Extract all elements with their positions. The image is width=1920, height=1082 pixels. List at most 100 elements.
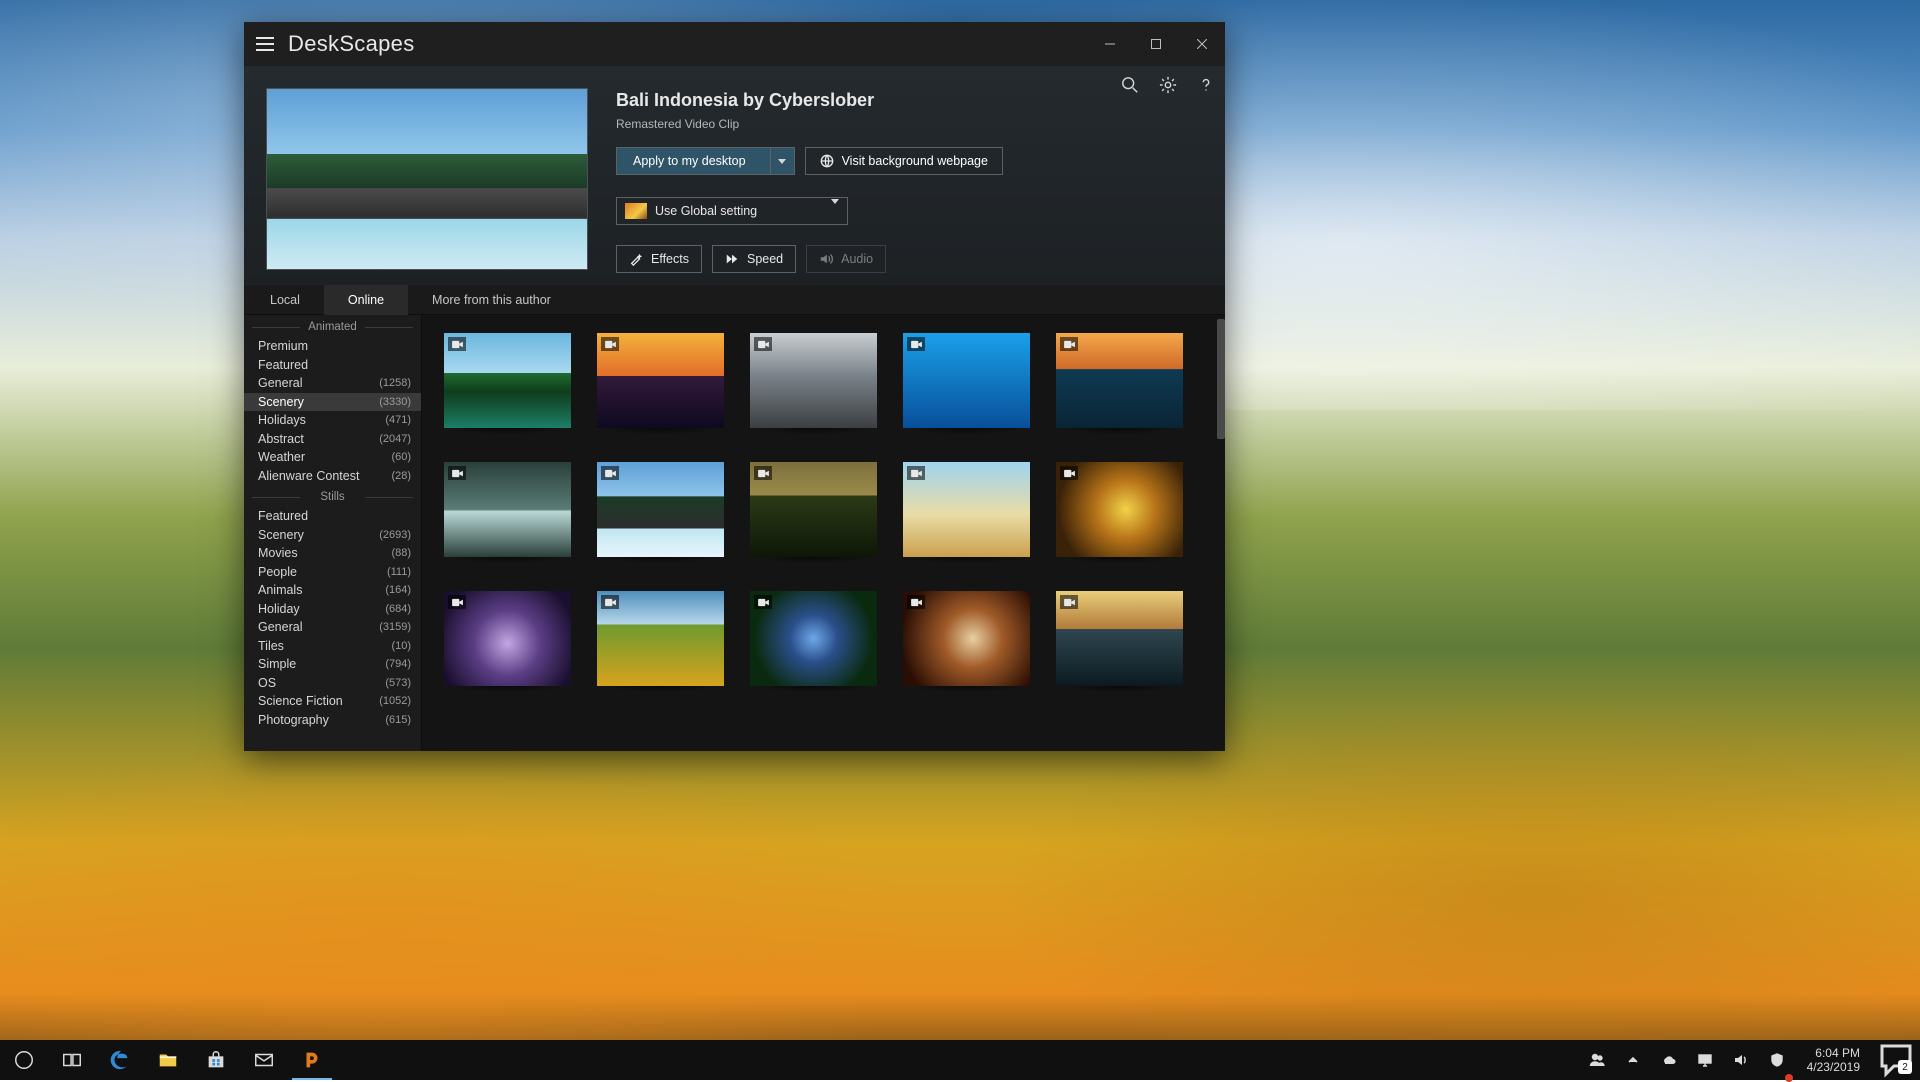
start-button[interactable] bbox=[0, 1040, 48, 1080]
gallery-item[interactable] bbox=[1056, 591, 1183, 686]
sidebar-item[interactable]: Holidays(471) bbox=[244, 411, 421, 430]
gallery-item[interactable] bbox=[1056, 333, 1183, 428]
video-icon bbox=[601, 337, 619, 351]
gallery-item[interactable] bbox=[750, 591, 877, 686]
onedrive-icon[interactable] bbox=[1655, 1040, 1683, 1080]
sidebar-item[interactable]: Movies (88) bbox=[244, 544, 421, 563]
chevron-down-icon bbox=[831, 204, 839, 218]
clock-date: 4/23/2019 bbox=[1807, 1060, 1860, 1074]
gallery-item[interactable] bbox=[1056, 462, 1183, 557]
tray-chevron-icon[interactable] bbox=[1619, 1040, 1647, 1080]
sidebar-item[interactable]: Holiday(684) bbox=[244, 600, 421, 619]
gallery-item[interactable] bbox=[597, 333, 724, 428]
speed-button[interactable]: Speed bbox=[712, 245, 796, 273]
action-center-icon[interactable]: 2 bbox=[1876, 1040, 1916, 1080]
sidebar-item-count: (3330) bbox=[379, 396, 411, 408]
effects-button[interactable]: Effects bbox=[616, 245, 702, 273]
sidebar-item[interactable]: Weather (60) bbox=[244, 448, 421, 467]
sidebar-item-label: Movies bbox=[258, 546, 298, 560]
gallery-item[interactable] bbox=[903, 333, 1030, 428]
scrollbar[interactable] bbox=[1215, 315, 1225, 751]
sidebar-item[interactable]: Alienware Contest(28) bbox=[244, 467, 421, 486]
gear-icon[interactable] bbox=[1157, 74, 1179, 96]
store-icon[interactable] bbox=[192, 1040, 240, 1080]
clock[interactable]: 6:04 PM 4/23/2019 bbox=[1799, 1046, 1868, 1074]
file-explorer-icon[interactable] bbox=[144, 1040, 192, 1080]
deskscapes-taskbar-icon[interactable] bbox=[288, 1040, 336, 1080]
sidebar-item-label: Abstract bbox=[258, 432, 304, 446]
sidebar-item[interactable]: OS(573) bbox=[244, 674, 421, 693]
apply-dropdown-icon[interactable] bbox=[770, 148, 794, 174]
gallery-item[interactable] bbox=[444, 591, 571, 686]
sidebar-item[interactable]: Animals(164) bbox=[244, 581, 421, 600]
sidebar-item[interactable]: Photography(615) bbox=[244, 711, 421, 730]
sidebar-item-count: (1258) bbox=[379, 377, 411, 389]
taskview-icon[interactable] bbox=[48, 1040, 96, 1080]
sidebar-item-label: General bbox=[258, 376, 302, 390]
gallery-item[interactable] bbox=[597, 591, 724, 686]
sidebar-item[interactable]: General(3159) bbox=[244, 618, 421, 637]
gallery-item[interactable] bbox=[750, 462, 877, 557]
people-icon[interactable] bbox=[1583, 1040, 1611, 1080]
sidebar-section-animated: Animated bbox=[244, 321, 421, 333]
sidebar-item-count: (2047) bbox=[379, 433, 411, 445]
tab-more[interactable]: More from this author bbox=[408, 285, 575, 314]
sidebar-item-label: People bbox=[258, 565, 297, 579]
sidebar-item[interactable]: Premium bbox=[244, 337, 421, 356]
tab-local[interactable]: Local bbox=[246, 285, 324, 314]
minimize-button[interactable] bbox=[1087, 29, 1133, 59]
menu-icon[interactable] bbox=[256, 37, 274, 51]
sidebar-item-count: (10) bbox=[391, 640, 411, 652]
sidebar-item-count: (111) bbox=[387, 566, 411, 578]
display-setting-label: Use Global setting bbox=[655, 204, 757, 218]
speed-label: Speed bbox=[747, 252, 783, 266]
app-title: DeskScapes bbox=[288, 31, 415, 57]
maximize-button[interactable] bbox=[1133, 29, 1179, 59]
video-icon bbox=[601, 595, 619, 609]
video-icon bbox=[754, 595, 772, 609]
sidebar-item-label: General bbox=[258, 620, 302, 634]
sidebar-item-count: (88) bbox=[391, 547, 411, 559]
video-icon bbox=[448, 466, 466, 480]
sidebar-item-label: Holiday bbox=[258, 602, 300, 616]
video-icon bbox=[601, 466, 619, 480]
sidebar-item[interactable]: Featured bbox=[244, 356, 421, 375]
sidebar-item-label: Featured bbox=[258, 509, 308, 523]
visit-webpage-button[interactable]: Visit background webpage bbox=[805, 147, 1003, 175]
close-button[interactable] bbox=[1179, 29, 1225, 59]
sidebar-item[interactable]: People (111) bbox=[244, 563, 421, 582]
sidebar-item[interactable]: Abstract (2047) bbox=[244, 430, 421, 449]
sidebar-item-count: (615) bbox=[385, 714, 411, 726]
edge-icon[interactable] bbox=[96, 1040, 144, 1080]
hero-title: Bali Indonesia by Cyberslober bbox=[616, 90, 1203, 111]
tab-online[interactable]: Online bbox=[324, 285, 408, 314]
notification-badge: 2 bbox=[1898, 1060, 1912, 1074]
help-icon[interactable] bbox=[1195, 74, 1217, 96]
gallery-item[interactable] bbox=[444, 462, 571, 557]
gallery-item[interactable] bbox=[444, 333, 571, 428]
sidebar-item[interactable]: Tiles(10) bbox=[244, 637, 421, 656]
volume-icon[interactable] bbox=[1727, 1040, 1755, 1080]
gallery-item[interactable] bbox=[597, 462, 724, 557]
sidebar-item-count: (573) bbox=[385, 677, 411, 689]
sidebar-item[interactable]: Science Fiction(1052) bbox=[244, 692, 421, 711]
mail-icon[interactable] bbox=[240, 1040, 288, 1080]
network-icon[interactable] bbox=[1691, 1040, 1719, 1080]
sidebar-item-label: Scenery bbox=[258, 528, 304, 542]
sidebar-item-label: Holidays bbox=[258, 413, 306, 427]
sidebar-item-count: (60) bbox=[391, 451, 411, 463]
sidebar-item[interactable]: Featured bbox=[244, 507, 421, 526]
sidebar-item[interactable]: Simple(794) bbox=[244, 655, 421, 674]
sidebar-item[interactable]: General (1258) bbox=[244, 374, 421, 393]
security-icon[interactable] bbox=[1763, 1040, 1791, 1080]
sidebar-item-label: Weather bbox=[258, 450, 305, 464]
gallery-item[interactable] bbox=[750, 333, 877, 428]
gallery-item[interactable] bbox=[903, 462, 1030, 557]
audio-label: Audio bbox=[841, 252, 873, 266]
apply-to-desktop-button[interactable]: Apply to my desktop bbox=[616, 147, 795, 175]
gallery-item[interactable] bbox=[903, 591, 1030, 686]
search-icon[interactable] bbox=[1119, 74, 1141, 96]
sidebar-item[interactable]: Scenery(3330) bbox=[244, 393, 421, 412]
display-setting-select[interactable]: Use Global setting bbox=[616, 197, 848, 225]
sidebar-item[interactable]: Scenery(2693) bbox=[244, 526, 421, 545]
